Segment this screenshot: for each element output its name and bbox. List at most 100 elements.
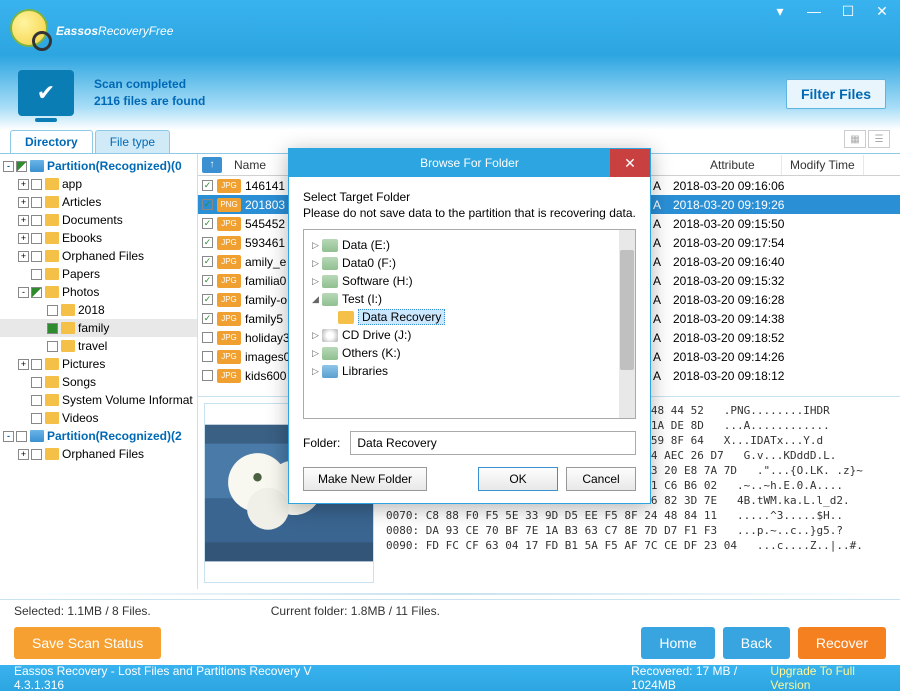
checkbox[interactable] <box>31 449 42 460</box>
maximize-button[interactable]: ☐ <box>838 4 858 18</box>
tree-node[interactable]: +Orphaned Files <box>0 445 197 463</box>
file-checkbox[interactable] <box>202 332 213 343</box>
tree-node[interactable]: +Pictures <box>0 355 197 373</box>
home-button[interactable]: Home <box>641 627 714 659</box>
tree-node[interactable]: family <box>0 319 197 337</box>
tree-node[interactable]: +Orphaned Files <box>0 247 197 265</box>
minimize-button[interactable]: — <box>804 4 824 18</box>
file-checkbox[interactable] <box>202 351 213 362</box>
file-checkbox[interactable] <box>202 199 213 210</box>
directory-tree[interactable]: -Partition(Recognized)(0 + app +Articles+Do… <box>0 154 198 589</box>
tree-node[interactable]: System Volume Informat <box>0 391 197 409</box>
tree-node[interactable]: -Partition(Recognized)(2 <box>0 427 197 445</box>
up-folder-icon[interactable]: ↑ <box>202 157 222 173</box>
scrollbar-thumb[interactable] <box>620 250 634 370</box>
tree-node[interactable]: 2018 <box>0 301 197 319</box>
expand-triangle-icon[interactable]: ▷ <box>312 258 322 269</box>
expand-icon[interactable]: + <box>18 233 29 244</box>
checkbox[interactable] <box>47 305 58 316</box>
folder-node[interactable]: ▷Libraries <box>308 362 631 380</box>
expand-triangle-icon[interactable]: ▷ <box>312 348 322 359</box>
file-checkbox[interactable] <box>202 218 213 229</box>
expand-triangle-icon[interactable]: ▷ <box>312 366 322 377</box>
tree-node[interactable]: travel <box>0 337 197 355</box>
file-checkbox[interactable] <box>202 313 213 324</box>
scan-status: Scan completed <box>94 77 205 91</box>
checkbox[interactable] <box>16 431 27 442</box>
checkbox[interactable] <box>31 215 42 226</box>
expand-icon[interactable]: - <box>18 287 29 298</box>
file-checkbox[interactable] <box>202 275 213 286</box>
tree-node[interactable]: + app <box>0 175 197 193</box>
col-modify-time[interactable]: Modify Time <box>782 155 864 175</box>
recover-button[interactable]: Recover <box>798 627 886 659</box>
checkbox[interactable] <box>31 395 42 406</box>
checkbox[interactable] <box>16 161 27 172</box>
cancel-button[interactable]: Cancel <box>566 467 636 491</box>
view-grid-icon[interactable]: ▦ <box>844 130 866 148</box>
node-label: app <box>62 177 82 191</box>
checkbox[interactable] <box>31 269 42 280</box>
file-checkbox[interactable] <box>202 180 213 191</box>
tree-node[interactable]: +Documents <box>0 211 197 229</box>
expand-icon[interactable]: + <box>18 197 29 208</box>
expand-triangle-icon[interactable]: ▷ <box>312 276 322 287</box>
view-mode-buttons: ▦ ☰ <box>844 130 900 153</box>
tree-node[interactable]: +Ebooks <box>0 229 197 247</box>
ok-button[interactable]: OK <box>478 467 558 491</box>
folder-node[interactable]: ▷Data (E:) <box>308 236 631 254</box>
back-button[interactable]: Back <box>723 627 790 659</box>
close-button[interactable]: ✕ <box>872 4 892 18</box>
checkbox[interactable] <box>31 179 42 190</box>
file-checkbox[interactable] <box>202 370 213 381</box>
checkbox[interactable] <box>31 197 42 208</box>
checkbox[interactable] <box>47 341 58 352</box>
expand-triangle-icon[interactable]: ▷ <box>312 330 322 341</box>
tree-node[interactable]: +Articles <box>0 193 197 211</box>
checkbox[interactable] <box>31 413 42 424</box>
menu-button[interactable]: ▾ <box>770 4 790 18</box>
folder-node[interactable]: ◢Test (I:) <box>308 290 631 308</box>
expand-icon[interactable]: - <box>3 161 14 172</box>
expand-icon[interactable]: - <box>3 431 14 442</box>
folder-tree[interactable]: ▷Data (E:)▷Data0 (F:)▷Software (H:)◢Test… <box>303 229 636 419</box>
checkbox[interactable] <box>47 323 58 334</box>
upgrade-link[interactable]: Upgrade To Full Version <box>770 664 886 692</box>
scrollbar[interactable] <box>619 230 635 418</box>
tree-node[interactable]: Videos <box>0 409 197 427</box>
file-checkbox[interactable] <box>202 294 213 305</box>
checkbox[interactable] <box>31 287 42 298</box>
dialog-close-button[interactable]: ✕ <box>610 149 650 177</box>
tree-node[interactable]: -Photos <box>0 283 197 301</box>
expand-icon[interactable]: + <box>18 359 29 370</box>
checkbox[interactable] <box>31 251 42 262</box>
folder-node[interactable]: ▷CD Drive (J:) <box>308 326 631 344</box>
tree-node[interactable]: Songs <box>0 373 197 391</box>
tab-file-type[interactable]: File type <box>95 130 170 153</box>
folder-node[interactable]: ▷Data0 (F:) <box>308 254 631 272</box>
tab-directory[interactable]: Directory <box>10 130 93 153</box>
col-attribute[interactable]: Attribute <box>702 155 782 175</box>
folder-node[interactable]: ▷Others (K:) <box>308 344 631 362</box>
view-list-icon[interactable]: ☰ <box>868 130 890 148</box>
checkbox[interactable] <box>31 359 42 370</box>
expand-triangle-icon[interactable]: ◢ <box>312 294 322 305</box>
folder-node[interactable]: ▷Software (H:) <box>308 272 631 290</box>
file-checkbox[interactable] <box>202 237 213 248</box>
tree-node[interactable]: Papers <box>0 265 197 283</box>
checkbox[interactable] <box>31 377 42 388</box>
expand-icon[interactable]: + <box>18 449 29 460</box>
expand-icon[interactable]: + <box>18 251 29 262</box>
dialog-title-bar[interactable]: Browse For Folder ✕ <box>289 149 650 177</box>
folder-input[interactable] <box>350 431 636 455</box>
checkbox[interactable] <box>31 233 42 244</box>
expand-icon[interactable]: + <box>18 215 29 226</box>
make-new-folder-button[interactable]: Make New Folder <box>303 467 427 491</box>
tree-node[interactable]: -Partition(Recognized)(0 <box>0 157 197 175</box>
save-scan-status-button[interactable]: Save Scan Status <box>14 627 161 659</box>
expand-triangle-icon[interactable]: ▷ <box>312 240 322 251</box>
file-checkbox[interactable] <box>202 256 213 267</box>
folder-node[interactable]: Data Recovery <box>308 308 631 326</box>
expand-icon[interactable]: + <box>18 179 29 190</box>
filter-files-button[interactable]: Filter Files <box>786 79 886 109</box>
